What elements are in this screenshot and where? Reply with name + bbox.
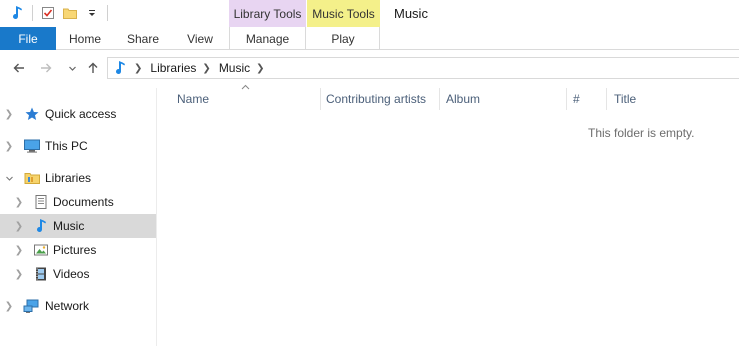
tab-file[interactable]: File (0, 27, 56, 50)
column-divider[interactable] (439, 88, 440, 110)
column-name[interactable]: Name (177, 88, 209, 110)
nav-label: Music (53, 219, 85, 233)
column-divider[interactable] (606, 88, 607, 110)
nav-item-videos[interactable]: ❯ Videos (0, 262, 156, 286)
navigation-pane: ❯ Quick access ❯ This PC Libraries ❯ Doc… (0, 88, 157, 346)
music-library-icon (112, 60, 128, 76)
chevron-right-icon[interactable]: ❯ (4, 109, 14, 120)
nav-label: Network (45, 299, 90, 313)
column-header: Name Contributing artists Album # Title (160, 84, 739, 110)
address-bar[interactable]: ❯ Libraries ❯ Music ❯ (107, 57, 739, 79)
recent-locations-button[interactable] (62, 58, 82, 78)
library-tools-header: Library Tools (229, 0, 306, 27)
forward-arrow-icon (41, 63, 52, 73)
chevron-right-icon[interactable]: ❯ (4, 301, 14, 312)
chevron-right-icon[interactable]: ❯ (14, 197, 24, 208)
nav-item-network[interactable]: ❯ Network (0, 294, 156, 318)
chevron-down-icon[interactable] (4, 173, 14, 183)
chevron-right-icon[interactable]: ❯ (256, 63, 264, 74)
window-title: Music (394, 6, 428, 21)
column-number[interactable]: # (573, 88, 580, 110)
new-folder-icon[interactable] (59, 2, 81, 24)
nav-item-documents[interactable]: ❯ Documents (0, 190, 156, 214)
ribbon-tabs: File Home Share View Manage Play (0, 27, 739, 50)
nav-item-this-pc[interactable]: ❯ This PC (0, 134, 156, 158)
column-divider[interactable] (566, 88, 567, 110)
chevron-right-icon[interactable]: ❯ (4, 141, 14, 152)
music-library-icon[interactable] (6, 2, 28, 24)
column-title[interactable]: Title (614, 88, 636, 110)
nav-item-libraries[interactable]: Libraries (0, 166, 156, 190)
nav-label: Documents (53, 195, 114, 209)
documents-icon (32, 193, 50, 211)
tab-share[interactable]: Share (114, 27, 172, 50)
nav-item-pictures[interactable]: ❯ Pictures (0, 238, 156, 262)
qat-separator (107, 5, 108, 21)
music-tools-header: Music Tools (307, 0, 380, 27)
chevron-right-icon[interactable]: ❯ (202, 63, 210, 74)
back-arrow-icon (13, 63, 24, 73)
music-icon (32, 217, 50, 235)
quick-access-toolbar (6, 2, 112, 24)
forward-button[interactable] (36, 58, 56, 78)
chevron-right-icon[interactable]: ❯ (14, 221, 24, 232)
navigation-bar: ❯ Libraries ❯ Music ❯ (0, 51, 739, 85)
properties-icon[interactable] (37, 2, 59, 24)
breadcrumb-music[interactable]: Music (219, 61, 250, 75)
star-icon (23, 105, 41, 123)
nav-item-quick-access[interactable]: ❯ Quick access (0, 102, 156, 126)
chevron-right-icon[interactable]: ❯ (134, 63, 142, 74)
up-arrow-icon (88, 62, 98, 73)
customize-qat-icon[interactable] (81, 2, 103, 24)
qat-separator (32, 5, 33, 21)
nav-label: This PC (45, 139, 88, 153)
chevron-right-icon[interactable]: ❯ (14, 245, 24, 256)
nav-label: Videos (53, 267, 90, 281)
tab-play[interactable]: Play (307, 27, 380, 50)
title-bar: Library Tools Music Tools Music (0, 0, 739, 27)
computer-icon (23, 137, 41, 155)
libraries-folder-icon (23, 169, 41, 187)
column-divider[interactable] (320, 88, 321, 110)
nav-label: Pictures (53, 243, 97, 257)
chevron-down-icon (68, 66, 76, 71)
tab-home[interactable]: Home (56, 27, 114, 50)
empty-folder-message: This folder is empty. (588, 126, 695, 140)
tab-manage[interactable]: Manage (229, 27, 306, 50)
column-contributing-artists[interactable]: Contributing artists (326, 88, 426, 110)
nav-label: Libraries (45, 171, 92, 185)
videos-icon (32, 265, 50, 283)
network-icon (23, 297, 41, 315)
nav-label: Quick access (45, 107, 117, 121)
sort-ascending-icon (241, 82, 250, 92)
nav-item-music[interactable]: ❯ Music (0, 214, 156, 238)
up-button[interactable] (83, 58, 103, 78)
chevron-right-icon[interactable]: ❯ (14, 269, 24, 280)
pictures-icon (32, 241, 50, 259)
column-album[interactable]: Album (446, 88, 480, 110)
back-button[interactable] (9, 58, 29, 78)
breadcrumb-libraries[interactable]: Libraries (150, 61, 196, 75)
tab-view[interactable]: View (172, 27, 228, 50)
